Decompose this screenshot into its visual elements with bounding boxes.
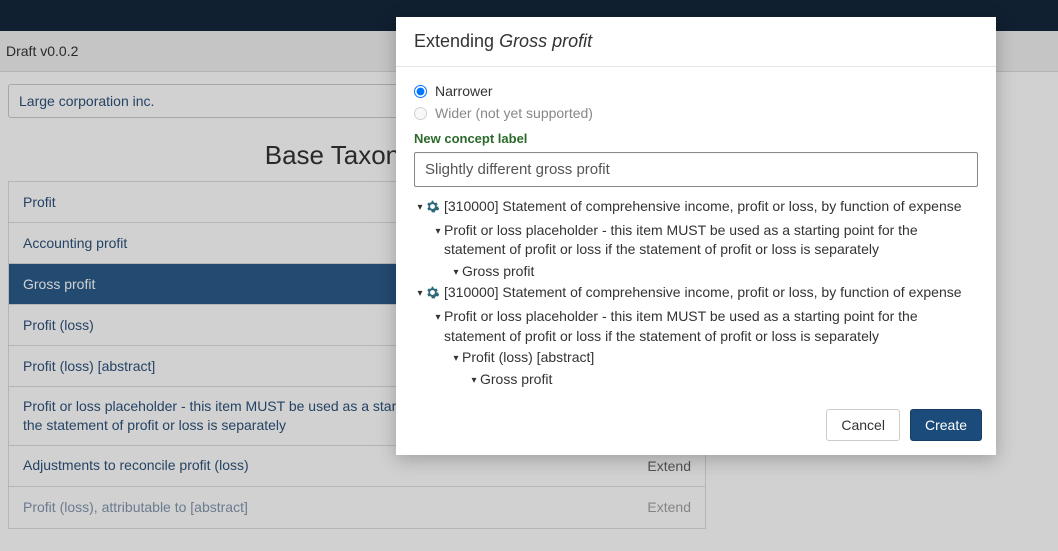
caret-down-icon[interactable]: ▾ (414, 201, 426, 215)
cancel-button[interactable]: Cancel (826, 409, 900, 441)
gear-icon[interactable] (426, 199, 442, 219)
caret-down-icon[interactable]: ▾ (432, 225, 444, 239)
tree-node[interactable]: ▾ [310000] Statement of comprehensive in… (414, 197, 978, 219)
tree-node[interactable]: ▾ Profit (loss) [abstract] (414, 348, 978, 368)
radio-narrower[interactable]: Narrower (414, 83, 978, 99)
caret-down-icon[interactable]: ▾ (468, 374, 480, 388)
radio-wider[interactable]: Wider (not yet supported) (414, 105, 978, 121)
tree-label: Profit (loss) [abstract] (462, 348, 978, 368)
placement-tree: ▾ [310000] Statement of comprehensive in… (414, 197, 978, 389)
radio-narrower-label: Narrower (435, 83, 493, 99)
tree-node[interactable]: ▾ Profit or loss placeholder - this item… (414, 221, 978, 260)
tree-node[interactable]: ▾ Gross profit (414, 262, 978, 282)
caret-down-icon[interactable]: ▾ (450, 266, 462, 280)
modal-title: Extending Gross profit (396, 17, 996, 67)
tree-label: Gross profit (480, 370, 978, 390)
radio-wider-label: Wider (not yet supported) (435, 105, 593, 121)
tree-label: [310000] Statement of comprehensive inco… (444, 197, 978, 217)
caret-down-icon[interactable]: ▾ (414, 287, 426, 301)
caret-down-icon[interactable]: ▾ (432, 311, 444, 325)
modal-title-concept: Gross profit (499, 31, 592, 51)
tree-label: [310000] Statement of comprehensive inco… (444, 283, 978, 303)
caret-down-icon[interactable]: ▾ (450, 352, 462, 366)
extend-concept-modal: Extending Gross profit Narrower Wider (n… (396, 17, 996, 455)
new-concept-label: New concept label (414, 131, 978, 146)
tree-node[interactable]: ▾ [310000] Statement of comprehensive in… (414, 283, 978, 305)
modal-title-prefix: Extending (414, 31, 499, 51)
tree-label: Profit or loss placeholder - this item M… (444, 307, 978, 346)
create-button[interactable]: Create (910, 409, 982, 441)
radio-wider-input (414, 107, 427, 120)
gear-icon[interactable] (426, 285, 442, 305)
tree-node[interactable]: ▾ Gross profit (414, 370, 978, 390)
new-concept-input[interactable] (414, 152, 978, 187)
tree-node[interactable]: ▾ Profit or loss placeholder - this item… (414, 307, 978, 346)
tree-label: Gross profit (462, 262, 978, 282)
tree-label: Profit or loss placeholder - this item M… (444, 221, 978, 260)
radio-narrower-input[interactable] (414, 85, 427, 98)
